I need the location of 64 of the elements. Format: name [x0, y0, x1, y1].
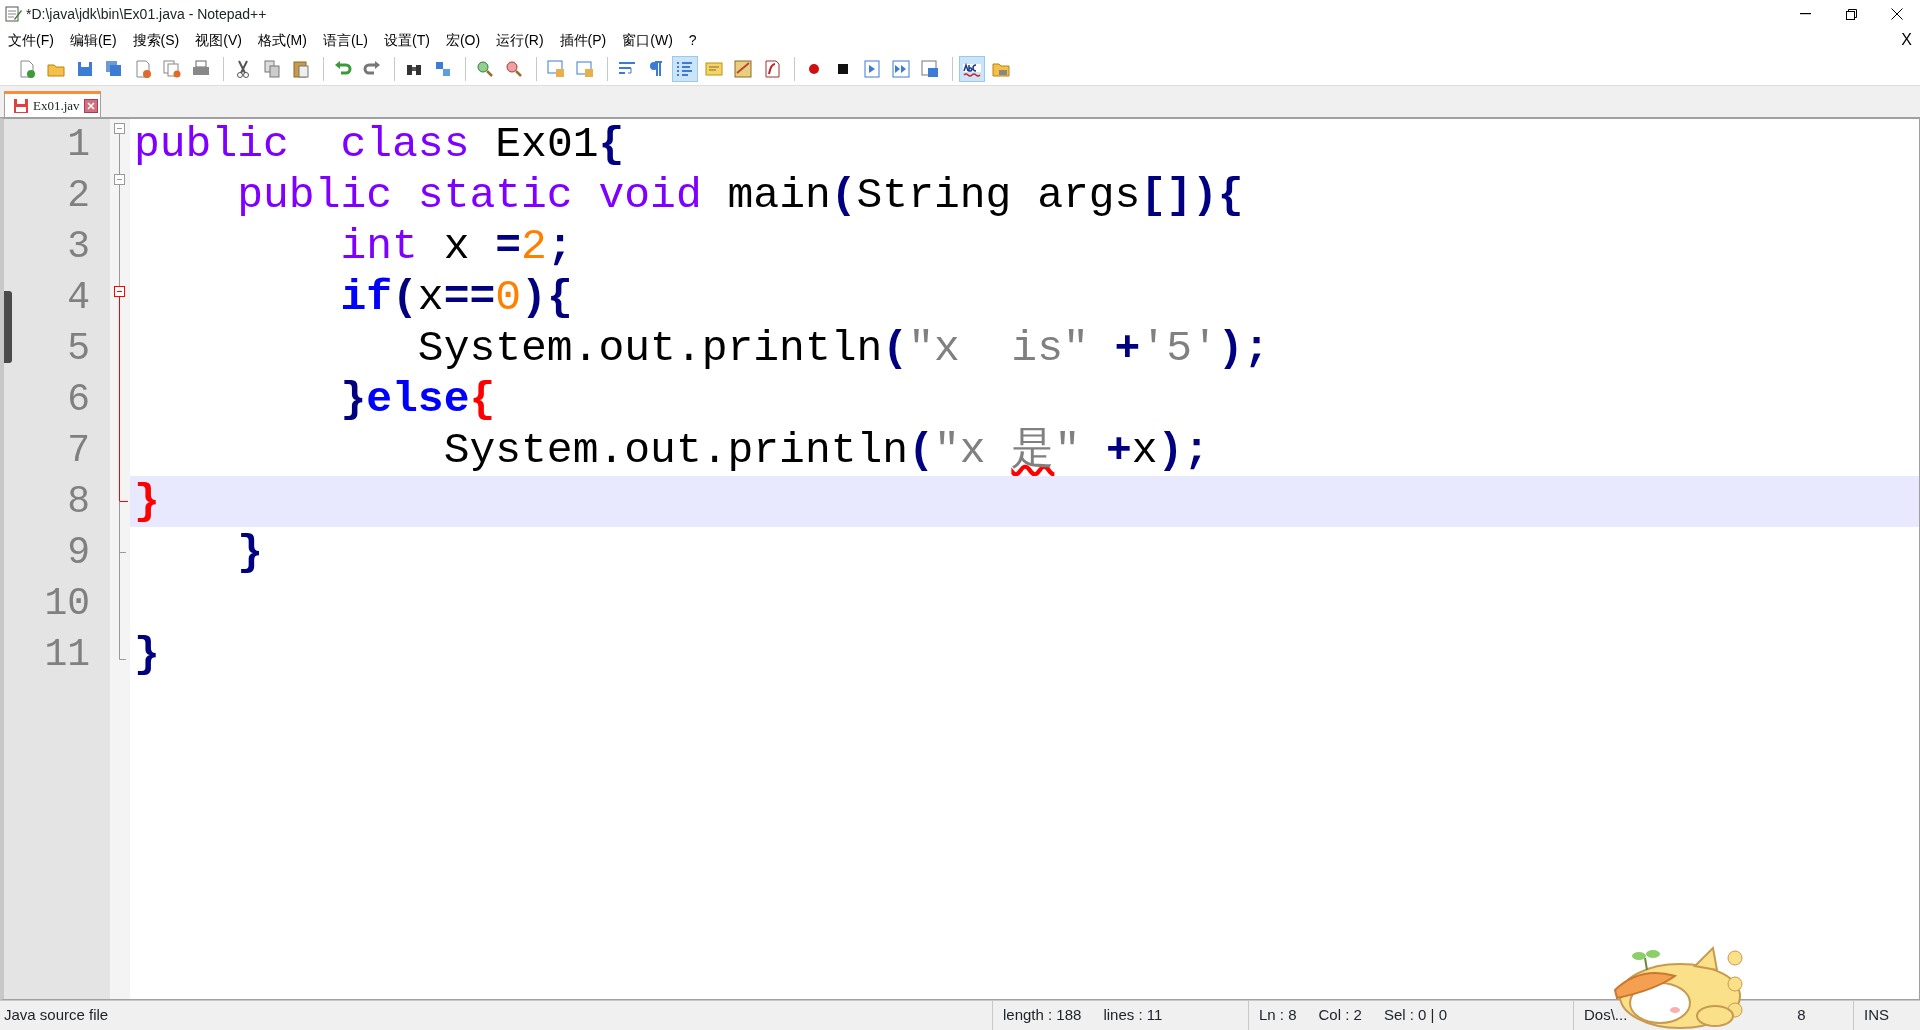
window-title: *D:\java\jdk\bin\Ex01.java - Notepad++: [26, 4, 268, 24]
menu-item[interactable]: 窗口(W): [614, 29, 681, 51]
notepad-icon: [4, 5, 22, 23]
menu-item[interactable]: 语言(L): [314, 29, 377, 51]
code-line: }else{: [339, 375, 496, 424]
close-document-button[interactable]: X: [1893, 29, 1920, 51]
line-number: 2: [4, 170, 110, 221]
line-number: 5: [4, 323, 110, 374]
code-line: int x =2;: [339, 222, 573, 271]
menu-item[interactable]: ?: [680, 29, 705, 51]
toolbar-button[interactable]: [959, 55, 985, 82]
insert-mode-label: INS: [1864, 1005, 1889, 1026]
col-label: Col : 2: [1318, 1005, 1362, 1026]
stacked-disks-icon: [104, 58, 124, 79]
code-line: if(x==0){: [339, 273, 573, 322]
line-number: 9: [4, 527, 110, 578]
menu-item[interactable]: 格式(M): [249, 29, 315, 51]
menu-item[interactable]: 设置(T): [376, 29, 438, 51]
line-number: 1: [4, 119, 110, 170]
code-line: }: [134, 630, 160, 679]
close-icon: [1891, 8, 1903, 20]
menu-item[interactable]: 插件(P): [551, 29, 615, 51]
line-number: 8: [4, 476, 110, 527]
copy-icon: [262, 58, 282, 79]
code-line: System.out.println("x is" +'5');: [416, 324, 1270, 373]
code-line: public static void main(String args[]){: [236, 171, 1244, 220]
fast-forward-icon: [891, 58, 911, 79]
menu-item[interactable]: 搜索(S): [124, 29, 188, 51]
line-number: 10: [4, 578, 110, 629]
code-line: public class Ex01{: [134, 120, 625, 169]
menu-item[interactable]: 编辑(E): [61, 29, 125, 51]
menu-item[interactable]: 宏(O): [437, 29, 489, 51]
line-number: 7: [4, 425, 110, 476]
window-lock-icon: [575, 58, 595, 79]
file-type-label: Java source file: [4, 1005, 109, 1026]
lines-label: lines : 11: [1103, 1005, 1163, 1026]
minimize-icon: [1799, 13, 1811, 15]
magnifier-plus-icon: [475, 58, 495, 79]
menu-item[interactable]: 运行(R): [488, 29, 552, 51]
restore-icon: [1845, 8, 1857, 20]
function-list-icon: [762, 58, 782, 79]
play-icon: [862, 58, 882, 79]
code-line: }: [134, 477, 160, 526]
menu-item[interactable]: 视图(V): [187, 29, 250, 51]
new-file-icon: [17, 58, 37, 79]
length-label: length : 188: [1003, 1005, 1082, 1026]
code-line: }: [236, 528, 264, 577]
line-number: 6: [4, 374, 110, 425]
window-lock-icon: [546, 58, 566, 79]
clipboard-icon: [291, 58, 311, 79]
file-tab[interactable]: Ex01.jav: [4, 91, 101, 117]
code-line: System.out.println("x 是" +x);: [442, 426, 1210, 475]
tab-label: Ex01.jav: [33, 96, 80, 115]
line-number: 11: [4, 629, 110, 680]
line-number: 4: [4, 272, 110, 323]
ln-label: Ln : 8: [1259, 1005, 1297, 1026]
eol-label: Dos\...: [1584, 1005, 1628, 1026]
menu-item[interactable]: 文件(F): [0, 29, 62, 51]
line-number: 3: [4, 221, 110, 272]
magnifier-minus-icon: [504, 58, 524, 79]
stacked-files-icon: [162, 58, 182, 79]
encoding-label: 8: [1797, 1005, 1806, 1026]
close-icon[interactable]: [83, 98, 98, 113]
sel-label: Sel : 0 | 0: [1383, 1005, 1447, 1026]
